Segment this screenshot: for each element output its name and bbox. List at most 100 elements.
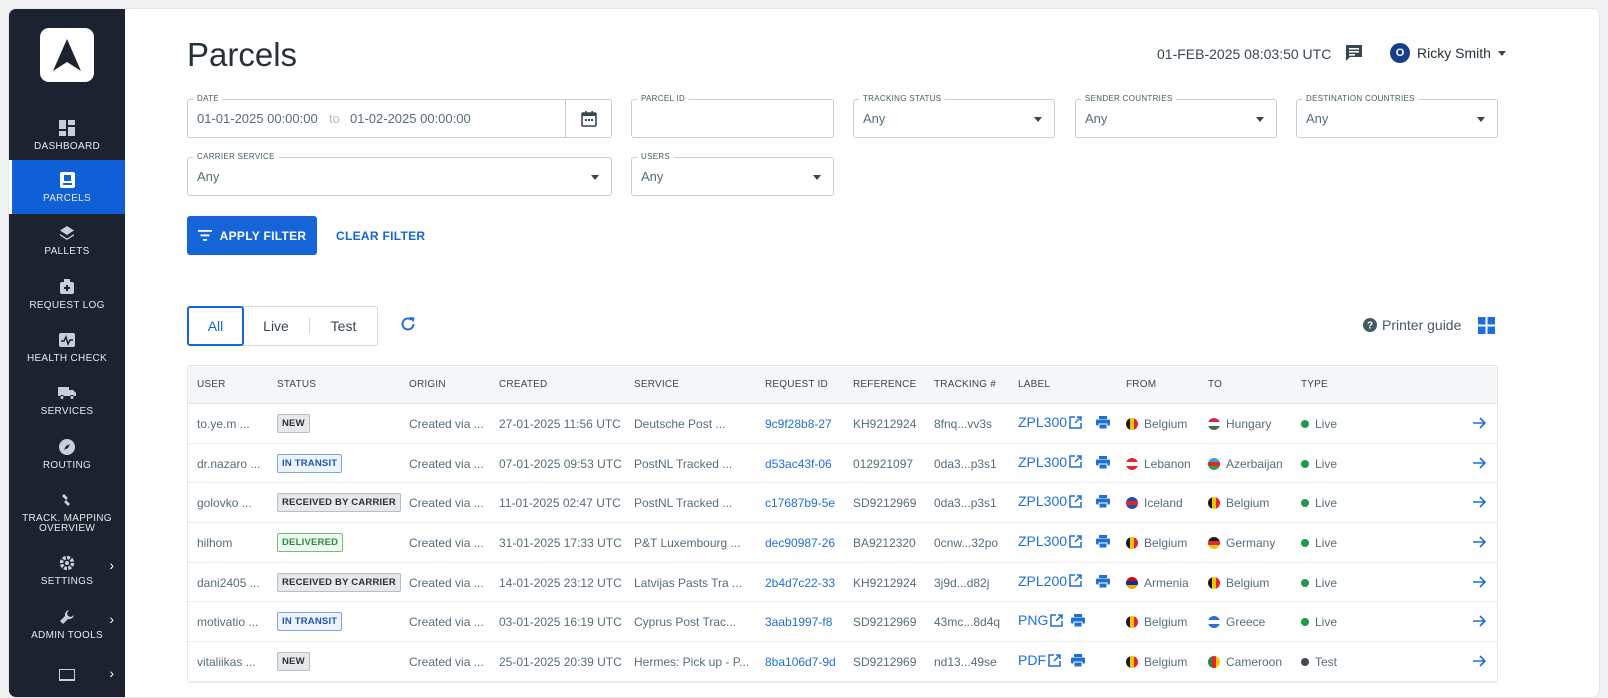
request-id-link[interactable]: 8ba106d7-9d — [765, 655, 836, 669]
label-link[interactable]: ZPL200 — [1018, 573, 1082, 589]
label-link[interactable]: ZPL300 — [1018, 493, 1082, 509]
sidebar-item-dashboard[interactable]: DASHBOARD — [9, 108, 125, 162]
arrow-right-icon[interactable] — [1473, 654, 1487, 672]
arrow-right-icon[interactable] — [1473, 456, 1487, 474]
printer-guide-link[interactable]: ? Printer guide — [1363, 317, 1461, 333]
sidebar-item-admin-tools[interactable]: ADMIN TOOLS › — [9, 597, 125, 651]
request-id-link[interactable]: 3aab1997-f8 — [765, 615, 832, 629]
reference-cell: KH9212924 — [853, 417, 917, 431]
tab-live[interactable]: Live — [243, 307, 309, 345]
sidebar-item-label: DASHBOARD — [33, 140, 101, 152]
sidebar-item-pallets[interactable]: PALLETS — [9, 213, 125, 267]
column-header[interactable]: TO — [1208, 379, 1222, 390]
arrow-right-icon[interactable] — [1473, 575, 1487, 593]
sidebar-item-label: PARCELS — [42, 192, 92, 204]
date-range-field[interactable]: DATE 01-01-2025 00:00:00 to 01-02-2025 0… — [187, 94, 612, 138]
column-header[interactable]: REFERENCE — [853, 379, 916, 390]
column-header[interactable]: CREATED — [499, 379, 547, 390]
status-badge: IN TRANSIT — [277, 453, 343, 473]
column-header[interactable]: REQUEST ID — [765, 379, 828, 390]
arrow-right-icon[interactable] — [1473, 535, 1487, 553]
tab-all[interactable]: All — [187, 306, 244, 346]
tab-test[interactable]: Test — [310, 307, 377, 345]
table-row[interactable]: dr.nazaro ... IN TRANSIT Created via ... 07… — [188, 444, 1497, 484]
request-id-link[interactable]: dec90987-26 — [765, 536, 835, 550]
service-cell: Deutsche Post ... — [634, 417, 726, 431]
sidebar-item-services[interactable]: SERVICES — [9, 373, 125, 427]
date-to-input[interactable]: 01-02-2025 00:00:00 — [350, 111, 471, 126]
arrow-right-icon[interactable] — [1473, 416, 1487, 434]
label-link[interactable]: ZPL300 — [1018, 414, 1082, 430]
sidebar-item-settings[interactable]: SETTINGS › — [9, 543, 125, 597]
label-link[interactable]: ZPL300 — [1018, 533, 1082, 549]
arrow-right-icon[interactable] — [1473, 495, 1487, 513]
table-row[interactable]: to.ye.m ... NEW Created via ... 27-01-2025 … — [188, 404, 1497, 444]
arrow-right-icon[interactable] — [1473, 614, 1487, 632]
request-id-link[interactable]: 2b4d7c22-33 — [765, 576, 835, 590]
tracking-status-select[interactable]: TRACKING STATUS Any — [853, 94, 1055, 138]
table-row[interactable]: golovko ... RECEIVED BY CARRIER Created vi… — [188, 483, 1497, 524]
sidebar-item-label: PALLETS — [44, 245, 90, 257]
chevron-right-icon: › — [109, 665, 114, 681]
column-header[interactable]: USER — [197, 379, 226, 390]
request-id-link[interactable]: c17687b9-5e — [765, 496, 835, 510]
label-link[interactable]: ZPL300 — [1018, 454, 1082, 470]
column-header[interactable]: SERVICE — [634, 379, 679, 390]
sidebar-item-more[interactable]: › — [9, 651, 125, 697]
apply-filter-button[interactable]: APPLY FILTER — [187, 216, 317, 255]
users-select[interactable]: USERS Any — [631, 152, 834, 196]
destination-countries-select[interactable]: DESTINATION COUNTRIES Any — [1296, 94, 1498, 138]
status-badge: RECEIVED BY CARRIER — [277, 572, 401, 592]
to-cell: Germany — [1208, 536, 1275, 550]
column-header[interactable]: FROM — [1126, 379, 1156, 390]
sidebar-item-parcels[interactable]: PARCELS — [9, 160, 125, 214]
label-link[interactable]: PNG — [1018, 612, 1064, 629]
app-window: DASHBOARD PARCELS PALLETS REQUEST LOG HE… — [8, 8, 1600, 698]
column-header[interactable]: STATUS — [277, 379, 316, 390]
print-icon[interactable] — [1096, 535, 1111, 553]
parcel-id-field[interactable]: PARCEL ID — [631, 94, 834, 138]
print-icon[interactable] — [1096, 455, 1111, 474]
column-header[interactable]: TYPE — [1301, 379, 1328, 390]
print-icon[interactable] — [1096, 495, 1111, 513]
label-format: ZPL300 — [1018, 493, 1068, 510]
table-row[interactable]: vitaliikas ... NEW Created via ... 25-01-20… — [188, 642, 1497, 682]
flag-icon — [1208, 457, 1220, 470]
date-from-input[interactable]: 01-01-2025 00:00:00 — [197, 111, 318, 126]
from-country: Belgium — [1144, 536, 1188, 551]
gear-icon — [58, 554, 76, 572]
refresh-icon[interactable] — [399, 315, 417, 338]
messages-icon[interactable] — [1345, 44, 1363, 67]
label-link[interactable]: PDF — [1018, 652, 1061, 668]
column-header[interactable]: LABEL — [1018, 379, 1050, 390]
user-menu[interactable]: O Ricky Smith — [1390, 43, 1506, 63]
table-row[interactable]: hilhom DELIVERED Created via ... 31-01-2025… — [188, 523, 1497, 563]
flag-icon — [1208, 497, 1220, 510]
sender-countries-select[interactable]: SENDER COUNTRIES Any — [1075, 94, 1277, 138]
sidebar-item-health-check[interactable]: HEALTH CHECK — [9, 320, 125, 374]
request-id-link[interactable]: 9c9f28b8-27 — [765, 417, 832, 431]
from-country: Armenia — [1144, 575, 1189, 590]
tracking-cell: 0cnw...32po — [934, 536, 999, 551]
print-icon[interactable] — [1071, 654, 1086, 672]
column-header[interactable]: TRACKING # — [934, 379, 996, 390]
grid-view-icon[interactable] — [1478, 317, 1495, 339]
print-icon[interactable] — [1071, 614, 1086, 632]
flag-icon — [1126, 497, 1138, 510]
sidebar-item-request-log[interactable]: REQUEST LOG — [9, 267, 125, 321]
carrier-service-select[interactable]: CARRIER SERVICE Any — [187, 152, 612, 196]
print-icon[interactable] — [1096, 416, 1111, 434]
sidebar-item-routing[interactable]: ROUTING — [9, 427, 125, 481]
sidebar-item-tracking-mapping[interactable]: TRACK. MAPPING OVERVIEW — [9, 485, 125, 539]
print-icon[interactable] — [1096, 574, 1111, 593]
flag-icon — [1208, 656, 1220, 669]
clear-filter-button[interactable]: CLEAR FILTER — [336, 229, 425, 243]
calendar-button[interactable] — [565, 100, 611, 137]
app-logo[interactable] — [40, 28, 94, 82]
table-row[interactable]: dani2405 ... RECEIVED BY CARRIER Created v… — [188, 563, 1497, 603]
sidebar-item-label: REQUEST LOG — [29, 299, 105, 311]
label-format: PNG — [1018, 612, 1049, 629]
request-id-link[interactable]: d53ac43f-06 — [765, 457, 832, 471]
table-row[interactable]: motivatio ... IN TRANSIT Created via ... 03… — [188, 602, 1497, 643]
column-header[interactable]: ORIGIN — [409, 379, 446, 390]
